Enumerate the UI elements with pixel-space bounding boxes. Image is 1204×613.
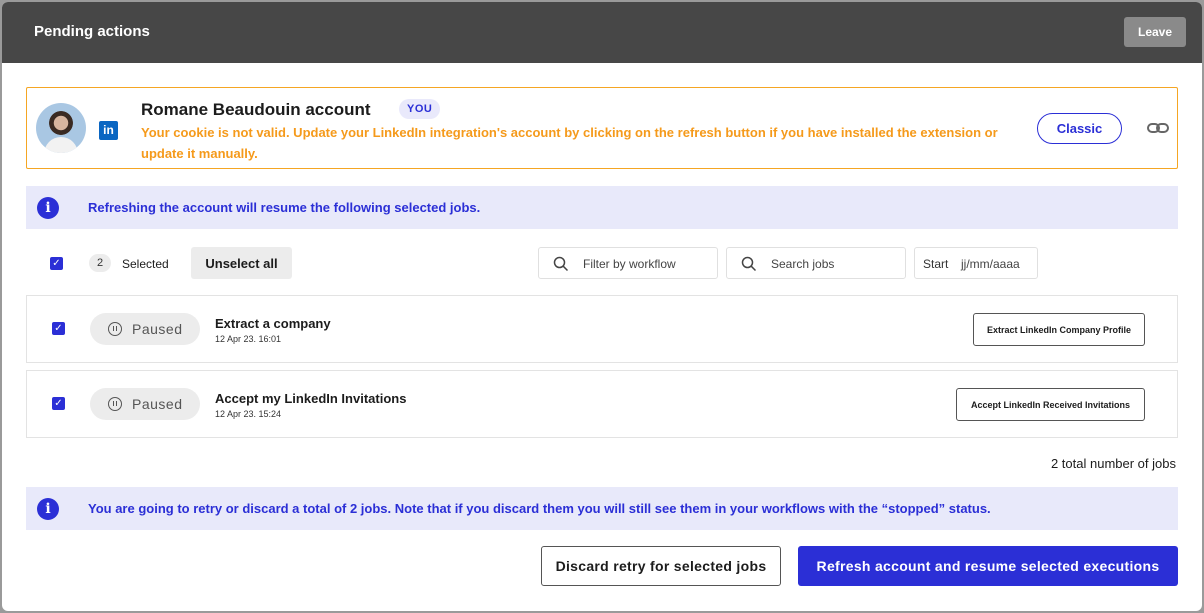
start-date-label: Start: [923, 257, 949, 271]
discard-retry-button[interactable]: Discard retry for selected jobs: [541, 546, 781, 586]
start-date-input[interactable]: Start jj/mm/aaaa: [914, 247, 1038, 279]
search-icon: [553, 256, 569, 272]
cookie-warning: Your cookie is not valid. Update your Li…: [141, 125, 998, 161]
linkedin-icon: in: [99, 121, 118, 140]
modal-title: Pending actions: [34, 23, 150, 40]
info-icon: i: [37, 197, 59, 219]
job-action-button[interactable]: Accept LinkedIn Received Invitations: [956, 388, 1145, 421]
job-action-button[interactable]: Extract LinkedIn Company Profile: [973, 313, 1145, 346]
pause-icon: [108, 322, 122, 336]
pause-icon: [108, 397, 122, 411]
pending-actions-modal: Pending actions Leave in Romane Beaudoui…: [2, 2, 1202, 611]
status-badge: Paused: [90, 388, 200, 420]
table-row: ✓ Paused Accept my LinkedIn Invitations …: [26, 370, 1178, 438]
select-all-checkbox[interactable]: ✓: [50, 257, 63, 270]
account-card: in Romane Beaudouin account YOU Your coo…: [26, 87, 1178, 169]
leave-button[interactable]: Leave: [1124, 17, 1186, 47]
avatar: [36, 103, 86, 153]
status-badge: Paused: [90, 313, 200, 345]
selected-count-badge: 2: [89, 254, 111, 272]
filter-workflow-placeholder: Filter by workflow: [583, 257, 676, 271]
start-date-placeholder: jj/mm/aaaa: [961, 257, 1020, 271]
resume-info-banner: i Refreshing the account will resume the…: [26, 186, 1178, 229]
jobs-toolbar: ✓ 2 Selected Unselect all Filter by work…: [26, 246, 1178, 280]
resume-info-text: Refreshing the account will resume the f…: [88, 200, 481, 215]
job-title: Extract a company: [215, 316, 331, 331]
classic-mode-button[interactable]: Classic: [1037, 113, 1122, 144]
search-jobs-placeholder: Search jobs: [771, 257, 835, 271]
refresh-resume-button[interactable]: Refresh account and resume selected exec…: [798, 546, 1178, 586]
job-date: 12 Apr 23. 16:01: [215, 334, 282, 344]
modal-header: Pending actions Leave: [2, 2, 1202, 63]
you-badge: YOU: [399, 99, 441, 119]
link-icon[interactable]: [1147, 120, 1169, 136]
status-text: Paused: [132, 396, 183, 412]
status-text: Paused: [132, 321, 183, 337]
retry-info-banner: i You are going to retry or discard a to…: [26, 487, 1178, 530]
job-checkbox[interactable]: ✓: [52, 322, 65, 335]
info-icon: i: [37, 498, 59, 520]
job-date: 12 Apr 23. 15:24: [215, 409, 282, 419]
search-icon: [741, 256, 757, 272]
table-row: ✓ Paused Extract a company 12 Apr 23. 16…: [26, 295, 1178, 363]
search-jobs-input[interactable]: Search jobs: [726, 247, 906, 279]
job-title: Accept my LinkedIn Invitations: [215, 391, 407, 406]
account-name: Romane Beaudouin account: [141, 100, 371, 119]
unselect-all-button[interactable]: Unselect all: [191, 247, 292, 279]
retry-info-text: You are going to retry or discard a tota…: [88, 501, 991, 516]
filter-workflow-input[interactable]: Filter by workflow: [538, 247, 718, 279]
total-jobs-count: 2 total number of jobs: [1050, 456, 1176, 471]
job-checkbox[interactable]: ✓: [52, 397, 65, 410]
selected-label: Selected: [122, 257, 169, 271]
